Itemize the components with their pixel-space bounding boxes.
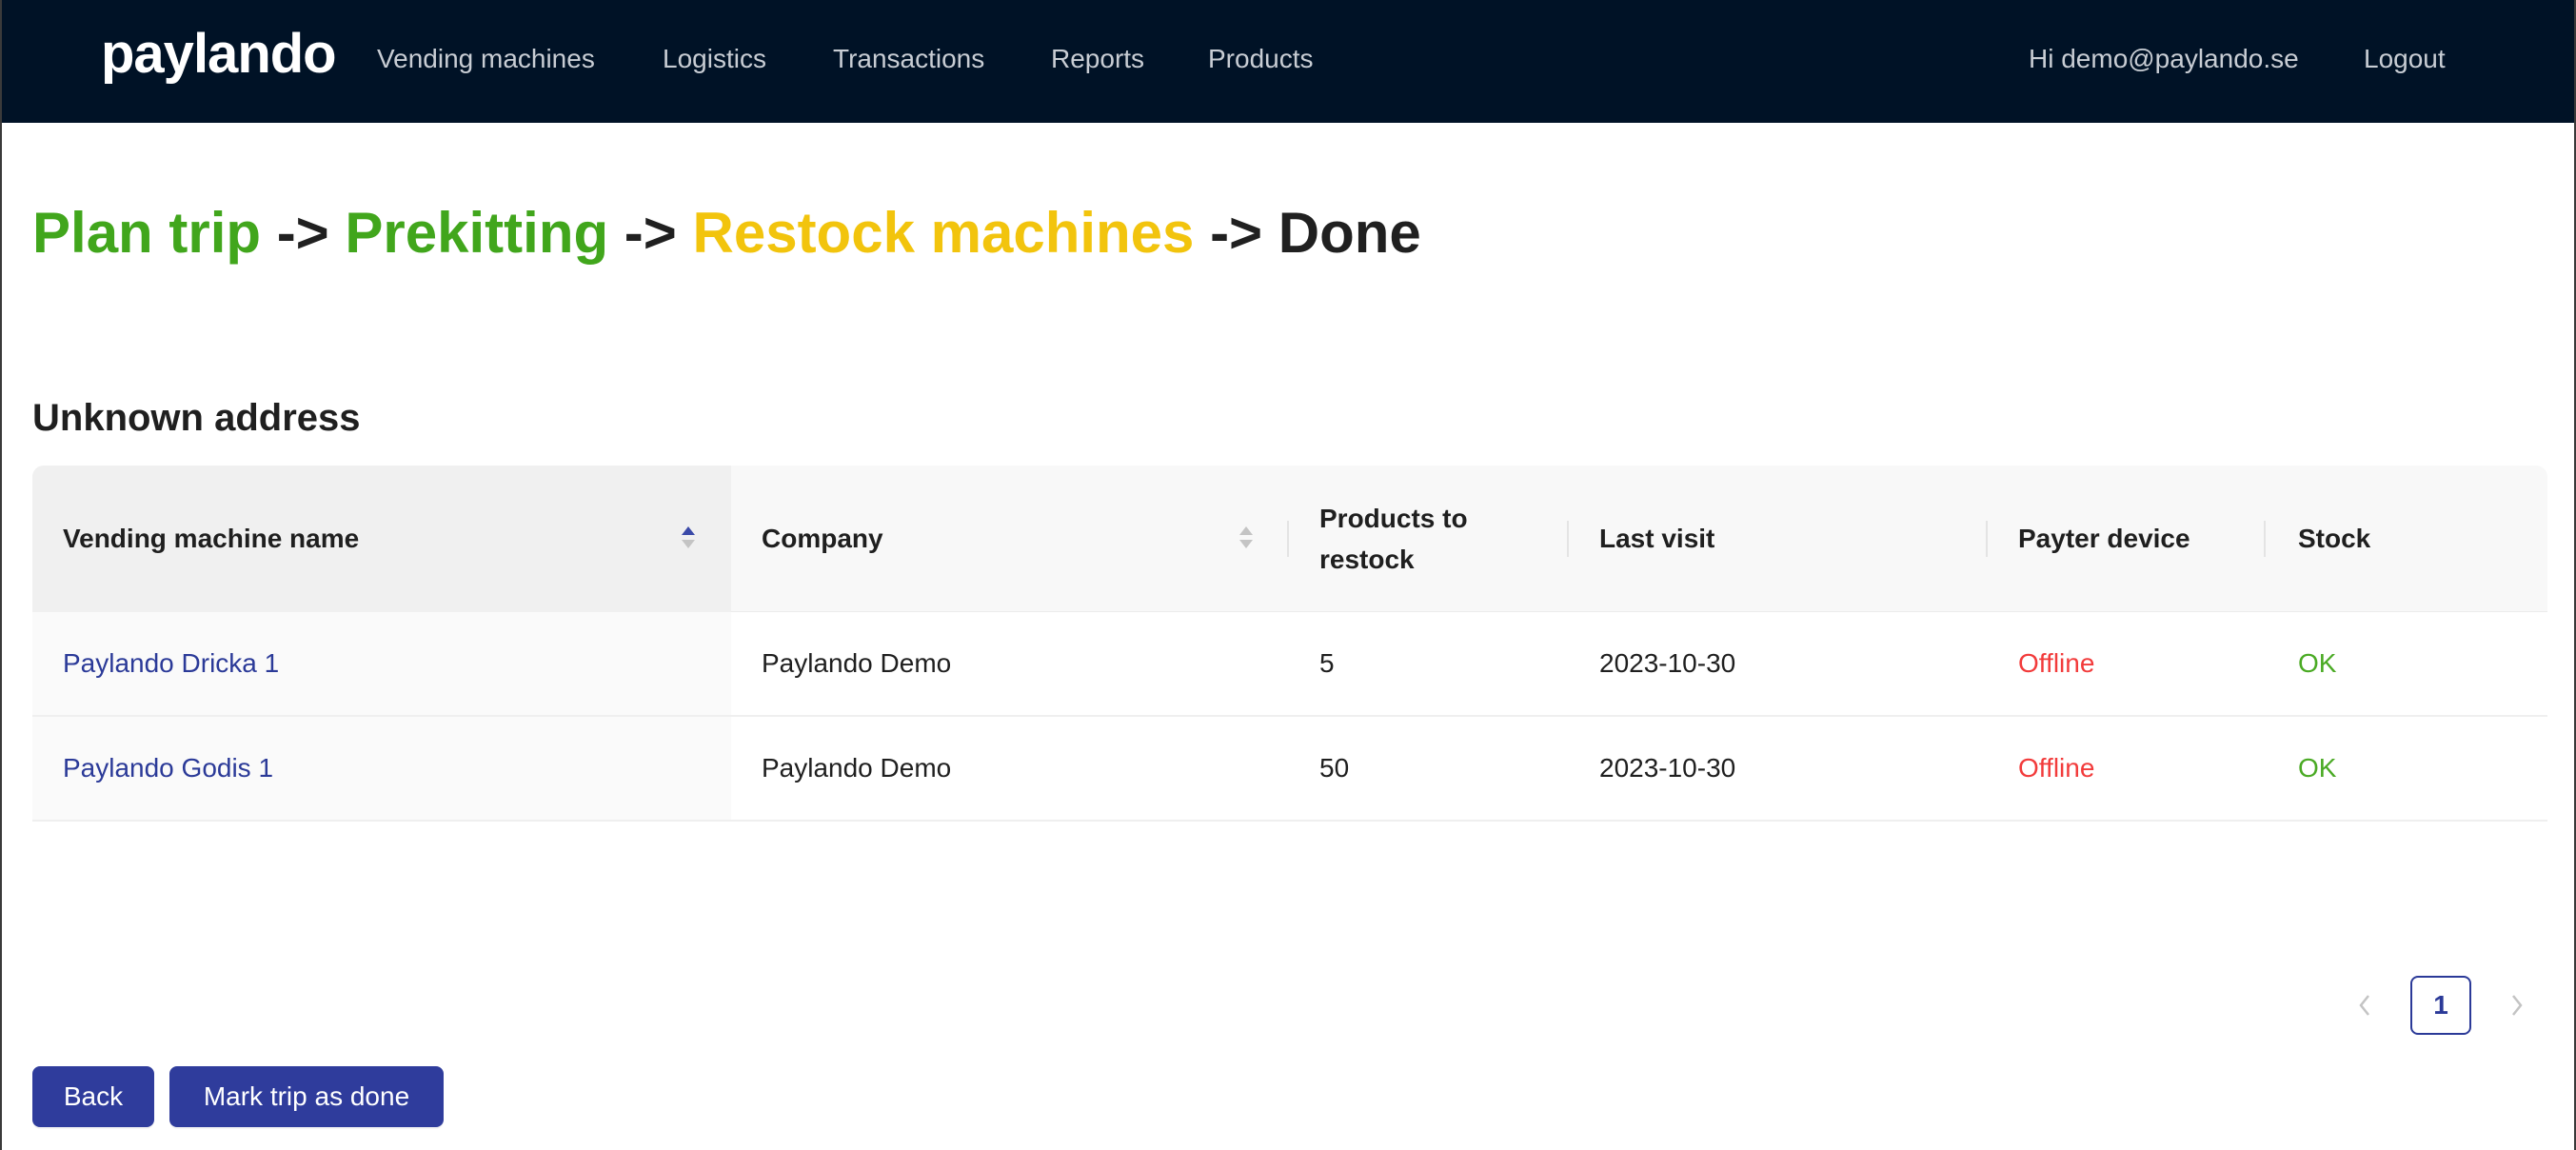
nav-item-logistics[interactable]: Logistics [663,46,766,72]
column-header-stock: Stock [2298,466,2536,612]
chevron-left-icon [2359,995,2369,1016]
last-visit-cell: 2023-10-30 [1599,753,1736,783]
column-header-products-to-restock: Products to restock [1319,466,1576,612]
machine-name-link[interactable]: Paylando Dricka 1 [63,648,279,679]
paylando-logo[interactable]: paylando [101,27,337,82]
column-divider [2264,521,2266,557]
nav-item-products[interactable]: Products [1208,46,1314,72]
step-restock-machines: Restock machines [692,201,1195,265]
step-separator: -> [1210,201,1263,265]
machine-name-link[interactable]: Paylando Godis 1 [63,753,273,783]
user-greeting[interactable]: Hi demo@paylando.se [2029,46,2299,72]
table-row: Paylando Godis 1 Paylando Demo 50 2023-1… [32,717,2547,822]
chevron-right-icon [2512,995,2523,1016]
column-header-company[interactable]: Company [762,466,1133,612]
column-label: Last visit [1599,524,1715,554]
products-to-restock-cell: 5 [1319,648,1335,678]
company-cell: Paylando Demo [762,753,952,783]
column-header-last-visit: Last visit [1599,466,1980,612]
column-label: Payter device [2018,524,2190,554]
table-header: Vending machine name Company Products to… [32,466,2547,612]
payter-device-status: Offline [2018,753,2095,783]
nav-item-reports[interactable]: Reports [1051,46,1144,72]
step-prekitting: Prekitting [345,201,609,265]
column-divider [1567,521,1569,557]
column-header-vending-machine-name[interactable]: Vending machine name [32,466,731,612]
step-done: Done [1278,201,1421,265]
nav-item-vending-machines[interactable]: Vending machines [377,46,595,72]
logout-link[interactable]: Logout [2364,46,2446,72]
pagination-next-button[interactable] [2498,977,2536,1034]
column-header-payter-device: Payter device [2018,466,2266,612]
company-cell: Paylando Demo [762,648,952,678]
stock-status: OK [2298,648,2337,678]
machines-table: Vending machine name Company Products to… [32,466,2547,822]
column-label: Stock [2298,524,2371,554]
table-row: Paylando Dricka 1 Paylando Demo 5 2023-1… [32,612,2547,717]
trip-steps: Plan trip -> Prekitting -> Restock machi… [32,205,1421,262]
machine-name-cell: Paylando Godis 1 [32,717,731,820]
step-separator: -> [624,201,677,265]
pagination-page-button[interactable]: 1 [2410,976,2471,1035]
payter-device-status: Offline [2018,648,2095,678]
back-button[interactable]: Back [32,1066,154,1127]
nav-item-transactions[interactable]: Transactions [833,46,984,72]
machine-name-cell: Paylando Dricka 1 [32,612,731,715]
step-plan-trip: Plan trip [32,201,262,265]
top-navbar: paylando Vending machines Logistics Tran… [0,0,2576,123]
column-label-line: Products to [1319,503,1468,533]
mark-trip-done-button[interactable]: Mark trip as done [169,1066,444,1127]
column-label: Company [762,524,883,554]
pagination-prev-button[interactable] [2346,977,2384,1034]
column-label: Vending machine name [63,524,360,554]
main-content: Plan trip -> Prekitting -> Restock machi… [0,123,2576,1150]
column-label-line: restock [1319,545,1415,574]
section-title: Unknown address [32,397,361,439]
column-divider [1986,521,1988,557]
last-visit-cell: 2023-10-30 [1599,648,1736,678]
products-to-restock-cell: 50 [1319,753,1350,783]
sort-icon[interactable] [1238,523,1255,553]
step-separator: -> [276,201,329,265]
stock-status: OK [2298,753,2337,783]
sort-ascending-icon[interactable] [680,523,697,553]
column-divider [1287,521,1289,557]
